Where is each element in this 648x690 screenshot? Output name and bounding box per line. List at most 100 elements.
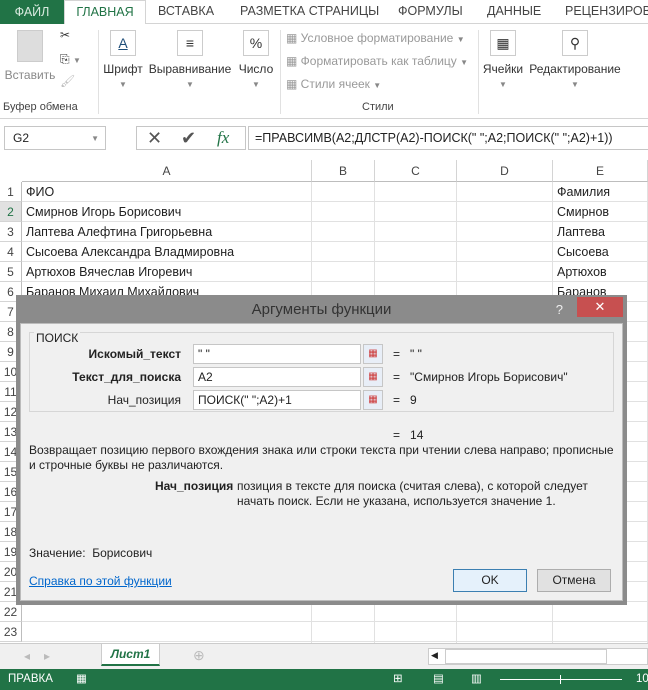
cancel-icon[interactable]: ✕ — [147, 128, 162, 149]
function-name: ПОИСК — [34, 331, 81, 345]
zoom-slider[interactable] — [500, 675, 622, 684]
arg-input[interactable]: A2 — [193, 367, 361, 387]
cancel-button[interactable]: Отмена — [537, 569, 611, 592]
column-header-B[interactable]: B — [312, 160, 375, 182]
name-box[interactable]: G2 ▼ — [4, 126, 106, 150]
scroll-right-icon[interactable]: ▸ — [44, 649, 50, 663]
formula-value: Значение: Борисович — [29, 546, 153, 560]
cell-e3[interactable]: Лаптева — [553, 222, 648, 242]
cut-icon[interactable]: ✂ — [60, 28, 70, 42]
argument-name: Нач_позиция — [155, 479, 234, 493]
copy-icon[interactable]: ⎘ ▼ — [60, 52, 81, 67]
status-bar: ПРАВКА ▦ ⊞ ▤ ▥ 100 — [0, 669, 648, 690]
row-header-1[interactable]: 1 — [0, 182, 22, 202]
ribbon-tabs: ФАЙЛ ГЛАВНАЯ ВСТАВКА РАЗМЕТКА СТРАНИЦЫ Ф… — [0, 0, 648, 25]
cell-a1[interactable]: ФИО — [22, 182, 312, 202]
row-header-5[interactable]: 5 — [0, 262, 22, 282]
font-color-icon: A — [110, 30, 136, 56]
function-arguments-dialog: Аргументы функции ? ✕ ПОИСК Искомый_текс… — [16, 295, 627, 605]
collapse-dialog-icon[interactable]: ▦ — [363, 367, 383, 387]
enter-check-icon[interactable]: ✔ — [181, 128, 196, 149]
column-header-E[interactable]: E — [553, 160, 648, 182]
conditional-formatting-button[interactable]: ▦ Условное форматирование ▼ — [286, 31, 465, 45]
cell-a4[interactable]: Сысоева Александра Владмировна — [22, 242, 312, 262]
arg-result: = "Смирнов Игорь Борисович" — [393, 370, 568, 384]
dialog-body: ПОИСК Искомый_текст " " ▦ = " " Текст_для_по… — [20, 323, 623, 601]
ok-button[interactable]: OK — [453, 569, 527, 592]
cell-e2[interactable]: Смирнов — [553, 202, 648, 222]
tab-formulas[interactable]: ФОРМУЛЫ — [398, 4, 463, 18]
cell-styles-button[interactable]: ▦ Стили ячеек ▼ — [286, 77, 381, 91]
macro-record-icon[interactable]: ▦ — [76, 671, 87, 685]
cell-a3[interactable]: Лаптева Алефтина Григорьевна — [22, 222, 312, 242]
scroll-left-icon[interactable]: ◂ — [24, 649, 30, 663]
scrollbar-thumb[interactable] — [445, 649, 607, 664]
cell-a2[interactable]: Смирнов Игорь Борисович — [22, 202, 312, 222]
row-header-2[interactable]: 2 — [0, 202, 22, 222]
format-painter-icon[interactable]: 🖌 — [60, 74, 75, 88]
row-header-3[interactable]: 3 — [0, 222, 22, 242]
insert-function-icon[interactable]: fx — [217, 128, 229, 148]
arg-input[interactable]: ПОИСК(" ";A2)+1 — [193, 390, 361, 410]
arg-result: = 9 — [393, 393, 417, 407]
arg-label: Искомый_текст — [88, 347, 181, 361]
collapse-dialog-icon[interactable]: ▦ — [363, 390, 383, 410]
clipboard-icon — [17, 30, 43, 62]
tab-page-layout[interactable]: РАЗМЕТКА СТРАНИЦЫ — [240, 4, 379, 18]
paste-button[interactable]: Вставить — [4, 30, 56, 82]
align-icon: ≡ — [177, 30, 203, 56]
function-description: Возвращает позицию первого вхождения зна… — [29, 443, 614, 472]
editing-button[interactable]: ⚲ Редактирование ▼ — [528, 30, 622, 90]
status-mode: ПРАВКА — [8, 673, 53, 685]
arg-input[interactable]: " " — [193, 344, 361, 364]
sheet-tab-list1[interactable]: Лист1 — [101, 643, 160, 666]
format-as-table-button[interactable]: ▦ Форматировать как таблицу ▼ — [286, 54, 468, 68]
normal-view-icon[interactable]: ⊞ — [393, 671, 403, 685]
font-button[interactable]: A Шрифт ▼ — [102, 30, 144, 90]
column-header-D[interactable]: D — [457, 160, 553, 182]
tab-review[interactable]: РЕЦЕНЗИРОВА — [565, 4, 648, 18]
formula-bar: G2 ▼ ✕ ✔ fx =ПРАВСИМВ(A2;ДЛСТР(A2)-ПОИСК(… — [0, 124, 648, 154]
horizontal-scrollbar[interactable]: ◀ — [428, 648, 648, 665]
find-binoculars-icon: ⚲ — [562, 30, 588, 56]
tab-insert[interactable]: ВСТАВКА — [158, 4, 214, 18]
tab-home[interactable]: ГЛАВНАЯ — [64, 0, 146, 25]
dialog-title-bar[interactable]: Аргументы функции ? ✕ — [20, 295, 623, 323]
cell-a5[interactable]: Артюхов Вячеслав Игоревич — [22, 262, 312, 282]
help-button[interactable]: ? — [556, 295, 563, 325]
arg-result: = " " — [393, 347, 422, 361]
tab-file[interactable]: ФАЙЛ — [0, 0, 64, 24]
dialog-title: Аргументы функции — [251, 301, 392, 318]
tab-data[interactable]: ДАННЫЕ — [487, 4, 541, 18]
function-result: = 14 — [393, 428, 424, 442]
row-header-4[interactable]: 4 — [0, 242, 22, 262]
alignment-button[interactable]: ≡ Выравнивание ▼ — [148, 30, 232, 90]
add-sheet-icon[interactable]: ⊕ — [193, 647, 205, 664]
column-header-C[interactable]: C — [375, 160, 457, 182]
arg-label: Текст_для_поиска — [72, 370, 181, 384]
styles-group-label: Стили — [362, 101, 394, 113]
row-header-23[interactable]: 23 — [0, 622, 22, 642]
argument-description: позиция в тексте для поиска (считая слев… — [237, 479, 588, 508]
page-break-view-icon[interactable]: ▥ — [471, 671, 482, 685]
ribbon: Вставить ✂ ⎘ ▼ 🖌 Буфер обмена A Шрифт ▼ ≡… — [0, 24, 648, 119]
page-layout-view-icon[interactable]: ▤ — [433, 671, 444, 685]
help-link[interactable]: Справка по этой функции — [29, 574, 172, 588]
cells-icon: ▦ — [490, 30, 516, 56]
row-header-22[interactable]: 22 — [0, 602, 22, 622]
column-header-A[interactable]: A — [22, 160, 312, 182]
scroll-left-arrow-icon[interactable]: ◀ — [431, 650, 438, 661]
collapse-dialog-icon[interactable]: ▦ — [363, 344, 383, 364]
sheet-tabs-bar: ◂ ▸ Лист1 ⊕ ◀ — [0, 643, 648, 669]
formula-input[interactable]: =ПРАВСИМВ(A2;ДЛСТР(A2)-ПОИСК(" ";A2;ПОИС… — [248, 126, 648, 150]
arg-label: Нач_позиция — [107, 393, 181, 407]
cell-e5[interactable]: Артюхов — [553, 262, 648, 282]
number-button[interactable]: % Число ▼ — [236, 30, 276, 90]
zoom-level[interactable]: 100 — [636, 673, 648, 685]
cells-button[interactable]: ▦ Ячейки ▼ — [482, 30, 524, 90]
percent-icon: % — [243, 30, 269, 56]
cell-e1[interactable]: Фамилия — [553, 182, 648, 202]
formula-buttons: ✕ ✔ fx — [136, 126, 246, 150]
cell-e4[interactable]: Сысоева — [553, 242, 648, 262]
close-button[interactable]: ✕ — [577, 297, 623, 317]
